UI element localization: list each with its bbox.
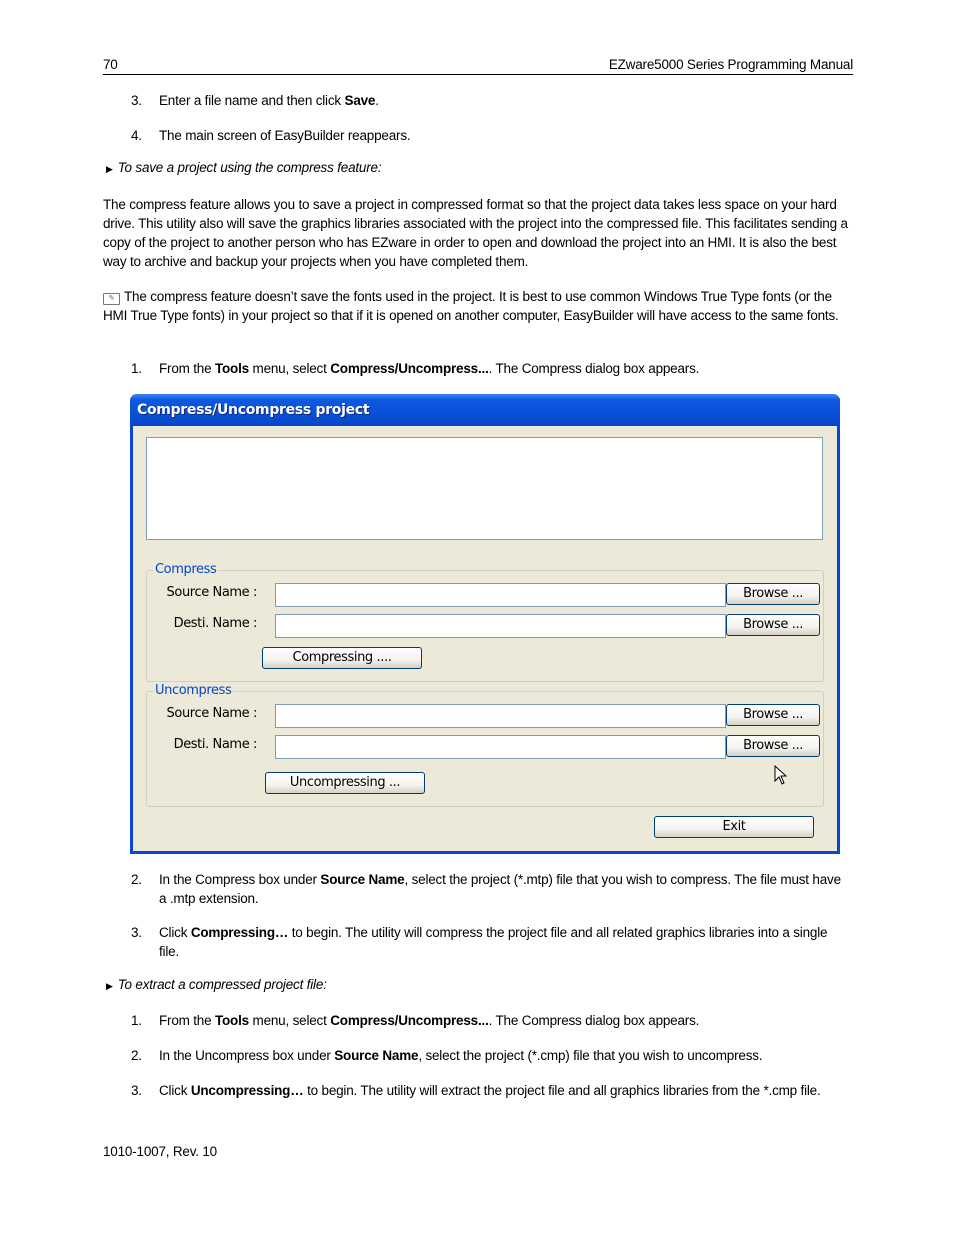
compress-dialog: Compress/Uncompress project Compress Sou… [130,394,840,854]
step-text: In the Compress box under [159,872,321,887]
step-number: 3. [131,925,142,940]
step-bold: Compressing… [190,925,289,940]
step-bold: Tools [214,1013,249,1028]
step-text: Click [159,1083,191,1098]
step-number: 1. [131,361,142,376]
step-text: menu, select [248,361,331,376]
step-item: 3. Enter a file name and then click Save… [131,91,846,110]
uncompress-dest-label: Desti. Name : [173,737,258,752]
step-number: 2. [131,1048,142,1063]
compress-source-input[interactable] [275,583,726,607]
step-item: 2. In the Compress box under Source Name… [131,870,846,908]
step-text: . The Compress dialog box appears. [488,361,700,376]
uncompress-dest-input[interactable] [275,735,726,759]
heading-text: To extract a compressed project file: [117,977,327,992]
manual-title: EZware5000 Series Programming Manual [608,57,853,72]
step-text: , select the project (*.cmp) file that y… [418,1048,763,1063]
uncompress-source-input[interactable] [275,704,726,728]
step-bold: Source Name [320,872,405,887]
step-bold: Tools [214,361,249,376]
step-number: 2. [131,872,142,887]
status-log-area [146,437,823,540]
uncompressing-button[interactable]: Uncompressing ... [265,772,425,794]
step-number: 4. [131,128,142,143]
compress-dest-label: Desti. Name : [173,616,258,631]
heading-text: To save a project using the compress fea… [117,160,382,175]
compress-dest-input[interactable] [275,614,726,638]
step-number: 3. [131,93,142,108]
step-text: The main screen of EasyBuilder reappears… [159,128,411,143]
note-paragraph: ✎ The compress feature doesn’t save the f… [103,287,848,325]
exit-button[interactable]: Exit [654,816,814,838]
triangle-bullet-icon: ▶ [106,164,113,174]
uncompress-group: Uncompress Source Name : Browse ... Dest… [146,683,824,807]
step-bold: Source Name [334,1048,419,1063]
dialog-titlebar[interactable]: Compress/Uncompress project [130,394,840,426]
step-number: 3. [131,1083,142,1098]
step-text: Enter a file name and then click [159,93,345,108]
step-text: From the [159,361,215,376]
note-pencil-icon: ✎ [103,293,120,305]
step-item: 2. In the Uncompress box under Source Na… [131,1046,846,1065]
step-text: Click [159,925,191,940]
triangle-bullet-icon: ▶ [106,981,113,991]
step-item: 3. Click Compressing… to begin. The util… [131,923,846,961]
compress-group: Compress Source Name : Browse ... Desti.… [146,562,824,682]
uncompress-legend: Uncompress [153,683,234,698]
step-bold: Save [344,93,376,108]
compress-source-browse-button[interactable]: Browse ... [726,583,820,605]
page-number: 70 [103,57,118,72]
step-bold: Compress/Uncompress... [330,361,489,376]
dialog-title: Compress/Uncompress project [137,402,370,418]
compress-description: The compress feature allows you to save … [103,197,848,269]
dialog-client: Compress Source Name : Browse ... Desti.… [133,426,837,851]
section-heading-extract: ▶ To extract a compressed project file: [106,977,327,992]
compress-dest-browse-button[interactable]: Browse ... [726,614,820,636]
mouse-cursor-icon [774,765,788,785]
compressing-button[interactable]: Compressing .... [262,647,422,669]
uncompress-source-label: Source Name : [166,706,258,721]
step-text: . The Compress dialog box appears. [488,1013,700,1028]
step-text: to begin. The utility will extract the p… [303,1083,821,1098]
step-item: 1. From the Tools menu, select Compress/… [131,1011,846,1030]
note-text: The compress feature doesn’t save the fo… [103,289,839,323]
step-bold: Uncompressing… [190,1083,304,1098]
step-text: From the [159,1013,215,1028]
step-item: 3. Click Uncompressing… to begin. The ut… [131,1081,846,1100]
step-item: 1. From the Tools menu, select Compress/… [131,359,846,378]
step-text: . [375,93,379,108]
uncompress-source-browse-button[interactable]: Browse ... [726,704,820,726]
page-footer: 1010-1007, Rev. 10 [103,1144,217,1159]
step-item: 4. The main screen of EasyBuilder reappe… [131,126,846,145]
step-text: In the Uncompress box under [159,1048,335,1063]
compress-legend: Compress [153,562,219,577]
compress-source-label: Source Name : [166,585,258,600]
step-bold: Compress/Uncompress... [330,1013,489,1028]
page-header: 70 EZware5000 Series Programming Manual [103,56,853,75]
section-heading-compress: ▶ To save a project using the compress fe… [106,160,382,175]
uncompress-dest-browse-button[interactable]: Browse ... [726,735,820,757]
step-text: menu, select [248,1013,331,1028]
step-number: 1. [131,1013,142,1028]
